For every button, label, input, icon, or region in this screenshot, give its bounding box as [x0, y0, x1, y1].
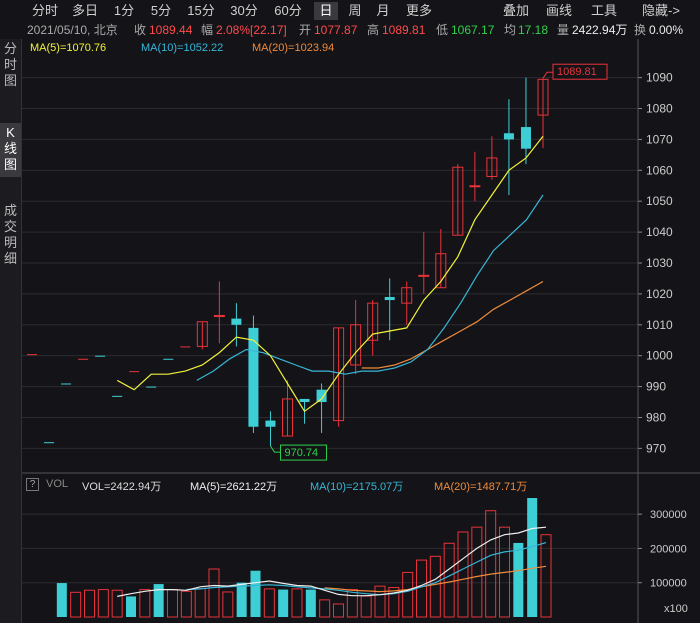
volume-bar: [263, 588, 275, 618]
volume-bar: [111, 589, 123, 618]
volume-bar: [236, 582, 247, 617]
volume-bar: [291, 588, 303, 618]
volume-bar: [126, 596, 136, 617]
price-tick-label: 990: [646, 380, 666, 394]
price-tick-label: 1070: [646, 132, 673, 146]
candle-body: [418, 274, 430, 277]
candle-body: [299, 398, 310, 403]
volume-bar: [250, 570, 261, 617]
grid-layer: [22, 77, 638, 584]
volume-bar: [540, 534, 552, 618]
candle-body: [163, 358, 174, 360]
volume-bar: [180, 590, 192, 618]
volume-bar: [278, 589, 289, 617]
candle-body: [231, 318, 242, 325]
volume-bar: [208, 568, 220, 618]
vol-tick-label: 200000: [650, 543, 687, 555]
volume-bar: [527, 498, 538, 617]
volume-bar: [346, 589, 358, 618]
volume-bar: [429, 555, 441, 618]
price-tick-label: 1000: [646, 349, 673, 363]
volume-bar: [70, 591, 82, 618]
volume-bar: [194, 588, 206, 618]
price-tick-label: 1040: [646, 225, 673, 239]
candle-body: [316, 389, 327, 403]
volume-bar: [360, 595, 372, 618]
volume-bar: [56, 583, 67, 617]
price-tick-label: 1010: [646, 318, 673, 332]
volume-bar: [485, 510, 497, 618]
price-tick-label: 1060: [646, 163, 673, 177]
high-annotation: 1089.81: [557, 66, 597, 78]
candle-body: [112, 395, 123, 397]
vol-tick-label: 300000: [650, 509, 687, 521]
vol-tick-label: 100000: [650, 578, 687, 590]
candle-body: [520, 127, 531, 149]
candle-body: [78, 358, 89, 360]
volume-bar: [471, 526, 483, 618]
volume-bar: [84, 589, 95, 618]
volume-layer: [56, 498, 552, 618]
vol-unit-label: x100: [664, 603, 688, 615]
candle-body: [27, 354, 37, 356]
candle-layer: [27, 77, 549, 447]
volume-bar: [222, 591, 234, 618]
volume-bar: [374, 585, 386, 618]
candle-body: [503, 133, 514, 140]
volume-bar: [402, 571, 414, 618]
price-tick-label: 970: [646, 441, 666, 455]
price-tick-label: 1080: [646, 102, 673, 116]
kline-chart[interactable]: 970 980 990 1000 1010 1020 1030 1040 1050 1060 107…: [0, 0, 700, 623]
ma5-line: [116, 135, 544, 413]
candle-body: [265, 420, 276, 427]
price-tick-label: 980: [646, 410, 666, 424]
price-tick-label: 1020: [646, 287, 673, 301]
candle-body: [469, 185, 481, 188]
ma-layer: [116, 135, 544, 413]
price-tick-label: 1090: [646, 71, 673, 85]
price-tick-label: 1030: [646, 256, 673, 270]
candle-body: [95, 355, 106, 357]
candle-body: [146, 386, 157, 388]
price-tick-label: 1050: [646, 194, 673, 208]
candle-body: [44, 442, 55, 444]
candle-body: [61, 383, 72, 385]
volume-bar: [513, 542, 524, 617]
volume-bar: [97, 589, 109, 618]
volume-bar: [139, 589, 151, 618]
volume-bar: [457, 531, 469, 618]
low-pointer: [270, 445, 281, 453]
volume-bar: [319, 599, 331, 618]
volume-bar: [333, 603, 344, 618]
volume-bar: [167, 589, 178, 618]
low-annotation: 970.74: [284, 447, 318, 459]
volume-bar: [305, 589, 316, 617]
candle-body: [180, 346, 191, 348]
candle-body: [129, 371, 140, 373]
candle-body: [384, 296, 395, 301]
volume-bar: [443, 542, 455, 618]
candle-body: [213, 315, 225, 318]
